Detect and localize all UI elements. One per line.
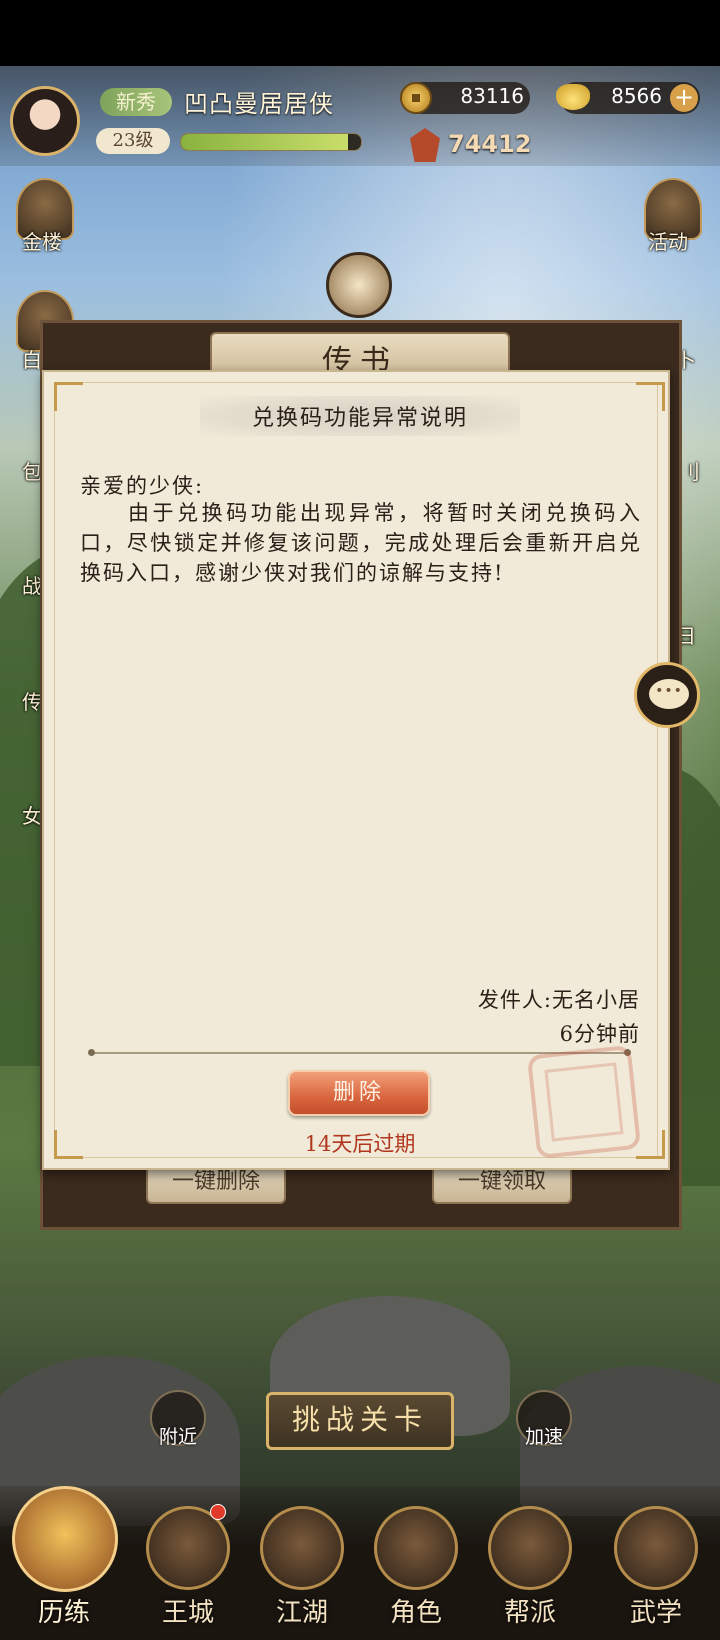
nav-guild[interactable]: 帮派: [482, 1500, 578, 1630]
divider-dot: [88, 1049, 95, 1056]
nav-label: 帮派: [503, 1598, 556, 1628]
mail-scroll-icon[interactable]: [326, 252, 392, 318]
side-label-right-3: 刂: [680, 460, 700, 484]
activity-label: 活动: [648, 230, 688, 254]
nav-jianghu[interactable]: 江湖: [254, 1500, 350, 1630]
corner-ornament: [54, 382, 83, 411]
copper-coin-icon: [400, 82, 432, 114]
combat-power-value: 74412: [448, 130, 532, 158]
guild-icon: [488, 1506, 572, 1590]
speed-up-label: 加速: [524, 1426, 563, 1448]
seal-stamp-icon: [526, 1044, 642, 1160]
level-badge: 23级: [96, 128, 170, 154]
letter-body: 由于兑换码功能出现异常，将暂时关闭兑换码入口，尽快锁定并修复该问题，完成处理后会…: [80, 501, 642, 585]
nav-label: 王城: [161, 1598, 214, 1628]
nearby-label: 附近: [158, 1426, 197, 1448]
jianghu-icon: [260, 1506, 344, 1590]
chat-button[interactable]: [634, 662, 700, 728]
corner-ornament: [636, 1130, 665, 1159]
delete-button[interactable]: 删除: [288, 1070, 430, 1116]
nav-label: 武学: [629, 1598, 682, 1628]
training-icon: [12, 1486, 118, 1592]
side-label-left-6: 女: [22, 804, 42, 828]
player-avatar[interactable]: [10, 86, 80, 156]
ingot-value: 8566: [611, 84, 662, 108]
nav-label: 角色: [389, 1598, 442, 1628]
corner-ornament: [54, 1130, 83, 1159]
nav-label: 江湖: [275, 1598, 328, 1628]
player-name: 凹凸曼居居侠: [184, 90, 334, 118]
letter-greeting: 亲爱的少侠:: [80, 474, 205, 498]
letter-time: 6分钟前: [559, 1022, 640, 1046]
challenge-stage-button[interactable]: 挑战关卡: [266, 1392, 454, 1450]
expiry-text: 14天后过期: [304, 1132, 416, 1156]
gold-tower-label: 金楼: [22, 230, 62, 254]
nav-royal-city[interactable]: 王城: [140, 1500, 236, 1630]
chat-bubble-icon: [649, 679, 689, 709]
side-label-left-5: 传: [22, 690, 42, 714]
nav-label: 历练: [37, 1598, 90, 1628]
nav-character[interactable]: 角色: [368, 1500, 464, 1630]
character-icon: [374, 1506, 458, 1590]
nav-training[interactable]: 历练: [12, 1486, 118, 1630]
exp-progress-bar: [180, 133, 362, 151]
add-ingot-button[interactable]: +: [670, 84, 698, 112]
notification-dot: [210, 1504, 226, 1520]
rank-tag: 新秀: [100, 88, 172, 116]
letter-title: 兑换码功能异常说明: [251, 406, 468, 431]
letter-sender: 发件人:无名小居: [477, 988, 640, 1012]
side-label-left-4: 战: [22, 574, 42, 598]
corner-ornament: [636, 382, 665, 411]
gold-ingot-icon: [556, 84, 590, 110]
martial-arts-scroll-icon: [614, 1506, 698, 1590]
coin-value: 83116: [460, 84, 524, 108]
status-bar: [0, 0, 720, 66]
side-label-left-2: 白: [22, 348, 42, 372]
nav-martial-arts[interactable]: 武学: [608, 1500, 704, 1630]
side-label-left-3: 包: [22, 460, 42, 484]
